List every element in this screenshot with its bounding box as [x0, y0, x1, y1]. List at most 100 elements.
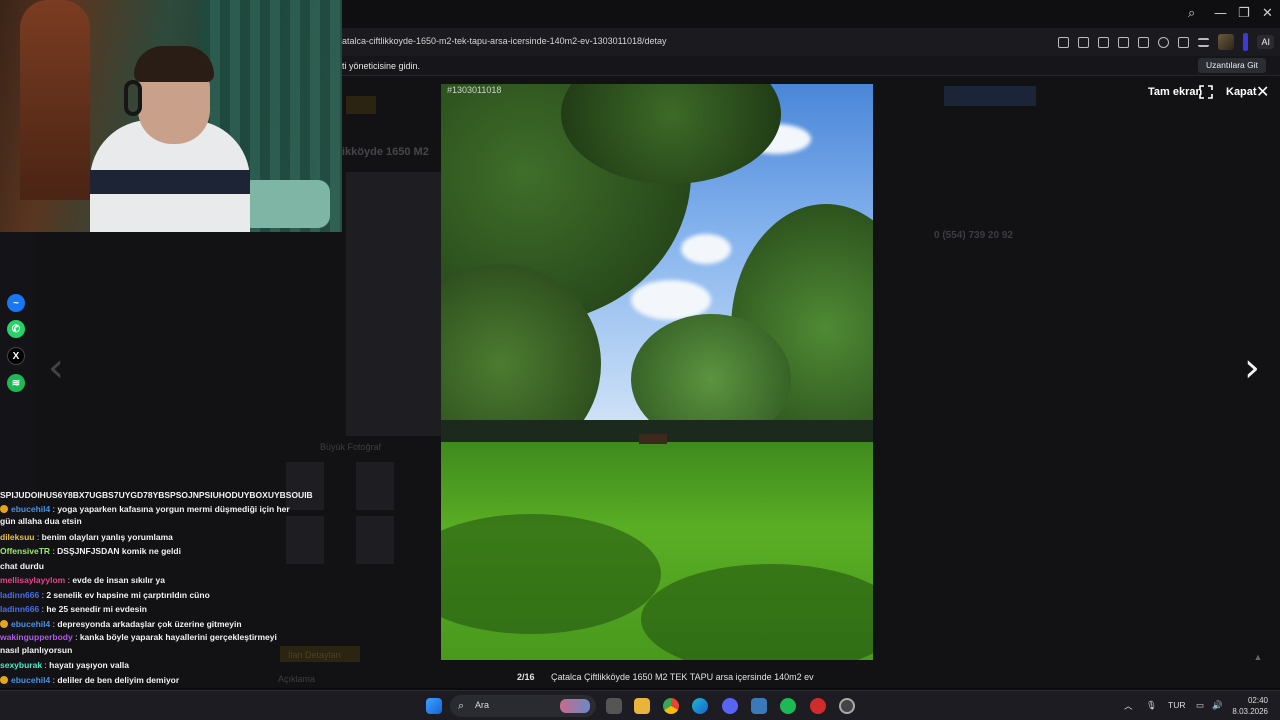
photo-caption: Çatalca Çiftlikköyde 1650 M2 TEK TAPU ar… — [551, 672, 814, 682]
microphone-icon[interactable]: 🎙 — [1146, 700, 1157, 711]
site-logo — [346, 96, 376, 114]
webcam-feed — [0, 0, 342, 232]
close-icon[interactable]: ✕ — [1256, 84, 1269, 100]
chat-username[interactable]: ebucehil4 — [11, 619, 50, 629]
chat-username[interactable]: ladinn666 — [0, 590, 39, 600]
cam-jacket-stripe — [90, 170, 250, 194]
cube-icon[interactable] — [1138, 36, 1150, 48]
x-icon[interactable]: X — [7, 347, 25, 365]
search-icon: ⌕ — [458, 699, 465, 712]
post-ad-button — [944, 86, 1036, 106]
discord-icon[interactable] — [722, 698, 738, 714]
cam-pillow — [240, 180, 330, 228]
taskbar-search[interactable]: ⌕ Ara — [450, 695, 596, 717]
photo-counter: 2/16 — [517, 672, 535, 682]
subscriber-badge-icon — [0, 619, 8, 628]
file-explorer-icon[interactable] — [634, 698, 650, 714]
chat-message: chat durdu — [0, 559, 300, 574]
subscriber-badge-icon — [0, 675, 8, 684]
network-icon[interactable]: ▭ — [1196, 700, 1204, 711]
chat-text: chat durdu — [0, 560, 44, 571]
chat-username[interactable]: OffensiveTR — [0, 546, 50, 556]
chat-username[interactable]: ladinn666 — [0, 604, 39, 614]
close-window-icon[interactable]: ✕ — [1262, 6, 1273, 21]
clock[interactable]: 02:40 8.03.2026 — [1232, 695, 1268, 717]
edit-icon[interactable] — [1078, 36, 1090, 48]
chevron-left-icon[interactable]: ‹ — [48, 348, 64, 388]
search-highlight-image — [560, 699, 590, 713]
thumb-2 — [356, 462, 394, 510]
minimize-icon[interactable]: — — [1214, 6, 1227, 21]
opera-icon[interactable] — [810, 698, 826, 714]
whatsapp-icon[interactable]: ✆ — [7, 320, 25, 338]
fullscreen-icon[interactable] — [1199, 85, 1213, 99]
cam-door — [20, 0, 90, 200]
tray-chevron-icon[interactable]: ︿ — [1124, 700, 1133, 712]
clock-date: 8.03.2026 — [1232, 707, 1268, 716]
volume-icon[interactable]: 🔊 — [1212, 700, 1223, 711]
listing-id: #1303011018 — [447, 85, 502, 95]
search-icon[interactable]: ⌕ — [1188, 6, 1195, 21]
cam-person-hair — [134, 46, 214, 82]
extension-indicator — [1243, 33, 1249, 51]
close-label[interactable]: Kapat — [1226, 86, 1257, 98]
toolbar-icons: AI — [1058, 32, 1280, 52]
chat-username[interactable]: dileksuu — [0, 532, 34, 542]
chat-message: OffensiveTR : DSŞJNFJSDAN komik ne geldi — [0, 546, 181, 556]
chat-text: hayatı yaşıyon valla — [49, 660, 130, 670]
scroll-top-icon[interactable]: ▲ — [1250, 652, 1266, 666]
heart-icon[interactable] — [1158, 36, 1170, 48]
restore-icon[interactable]: ❐ — [1238, 6, 1250, 21]
chat-message: ladinn666 : he 25 senedir mi evdesin — [0, 604, 147, 614]
messenger-icon[interactable]: ~ — [7, 294, 25, 312]
shield-icon[interactable] — [1118, 36, 1130, 48]
chat-text: 2 senelik ev hapsine mi çarptırıldın cün… — [46, 589, 210, 600]
search-placeholder: Ara — [475, 700, 490, 710]
steam-icon[interactable] — [839, 698, 855, 714]
thumb-4 — [356, 516, 394, 564]
chevron-right-icon[interactable]: › — [1244, 348, 1260, 388]
profile-avatar[interactable] — [1218, 34, 1235, 50]
edge-icon[interactable] — [692, 698, 708, 714]
taskbar: ⌕ Ara ︿ 🎙 TUR ▭ 🔊 02:40 8.03.2026 — [0, 690, 1280, 720]
stream-chat: SPIJUDOIHUS6Y8BX7UGBS7UYGD78YBSPSOJNPSIU… — [0, 488, 313, 716]
sidebar-icon[interactable] — [1058, 36, 1070, 48]
extensions-button[interactable]: Uzantılara Git — [1198, 58, 1266, 73]
start-icon[interactable] — [426, 698, 442, 714]
chat-message: ebucehil4 : depresyonda arkadaşlar çok ü… — [0, 617, 300, 632]
url-text[interactable]: atalca-ciftlikkoyde-1650-m2-tek-tapu-ars… — [342, 36, 667, 46]
chat-text: SPIJUDOIHUS6Y8BX7UGBS7UYGD78YBSPSOJNPSIU… — [0, 490, 313, 500]
ai-button[interactable]: AI — [1257, 35, 1274, 49]
spotify-icon[interactable]: ≋ — [7, 374, 25, 392]
chat-username[interactable]: mellisaylayylom — [0, 575, 65, 585]
chat-username[interactable]: ebucehil4 — [11, 504, 50, 514]
main-photo — [346, 172, 442, 436]
chat-username[interactable]: wakingupperbody — [0, 632, 73, 642]
photo-cloud — [681, 234, 731, 264]
chat-message: ebucehil4 : deliler de ben deliyim demiy… — [0, 673, 300, 688]
chat-text: DSŞJNFJSDAN komik ne geldi — [57, 546, 181, 556]
chat-message: ebucehil4 : yoga yaparken kafasına yorgu… — [0, 503, 290, 526]
chat-username[interactable]: ebucehil4 — [11, 675, 50, 685]
chat-username[interactable]: sexyburak — [0, 660, 42, 670]
download-icon[interactable] — [1178, 36, 1190, 48]
camera-icon[interactable] — [1098, 36, 1110, 48]
fullscreen-label[interactable]: Tam ekran — [1148, 86, 1202, 98]
chrome-icon[interactable] — [663, 698, 679, 714]
clock-time: 02:40 — [1247, 696, 1268, 705]
language-indicator[interactable]: TUR — [1168, 700, 1185, 710]
chat-text: deliler de ben deliyim demiyor — [57, 674, 180, 685]
chat-text: depresyonda arkadaşlar çok üzerine gitme… — [57, 618, 242, 629]
menu-icon[interactable] — [1198, 37, 1210, 47]
listing-title: ikköyde 1650 M2 — [342, 146, 429, 158]
app-icon[interactable] — [751, 698, 767, 714]
big-photos-link: Büyük Fotoğraf — [320, 442, 382, 452]
phone-number: 0 (554) 739 20 92 — [934, 230, 1013, 241]
cam-headphones — [124, 80, 142, 116]
chat-text: he 25 senedir mi evdesin — [46, 604, 147, 614]
spotify-taskbar-icon[interactable] — [780, 698, 796, 714]
chat-message: sexyburak : hayatı yaşıyon valla — [0, 660, 130, 670]
listing-photo[interactable] — [441, 84, 873, 660]
chat-message: wakingupperbody : kanka böyle yaparak ha… — [0, 632, 277, 655]
task-view-icon[interactable] — [606, 698, 622, 714]
